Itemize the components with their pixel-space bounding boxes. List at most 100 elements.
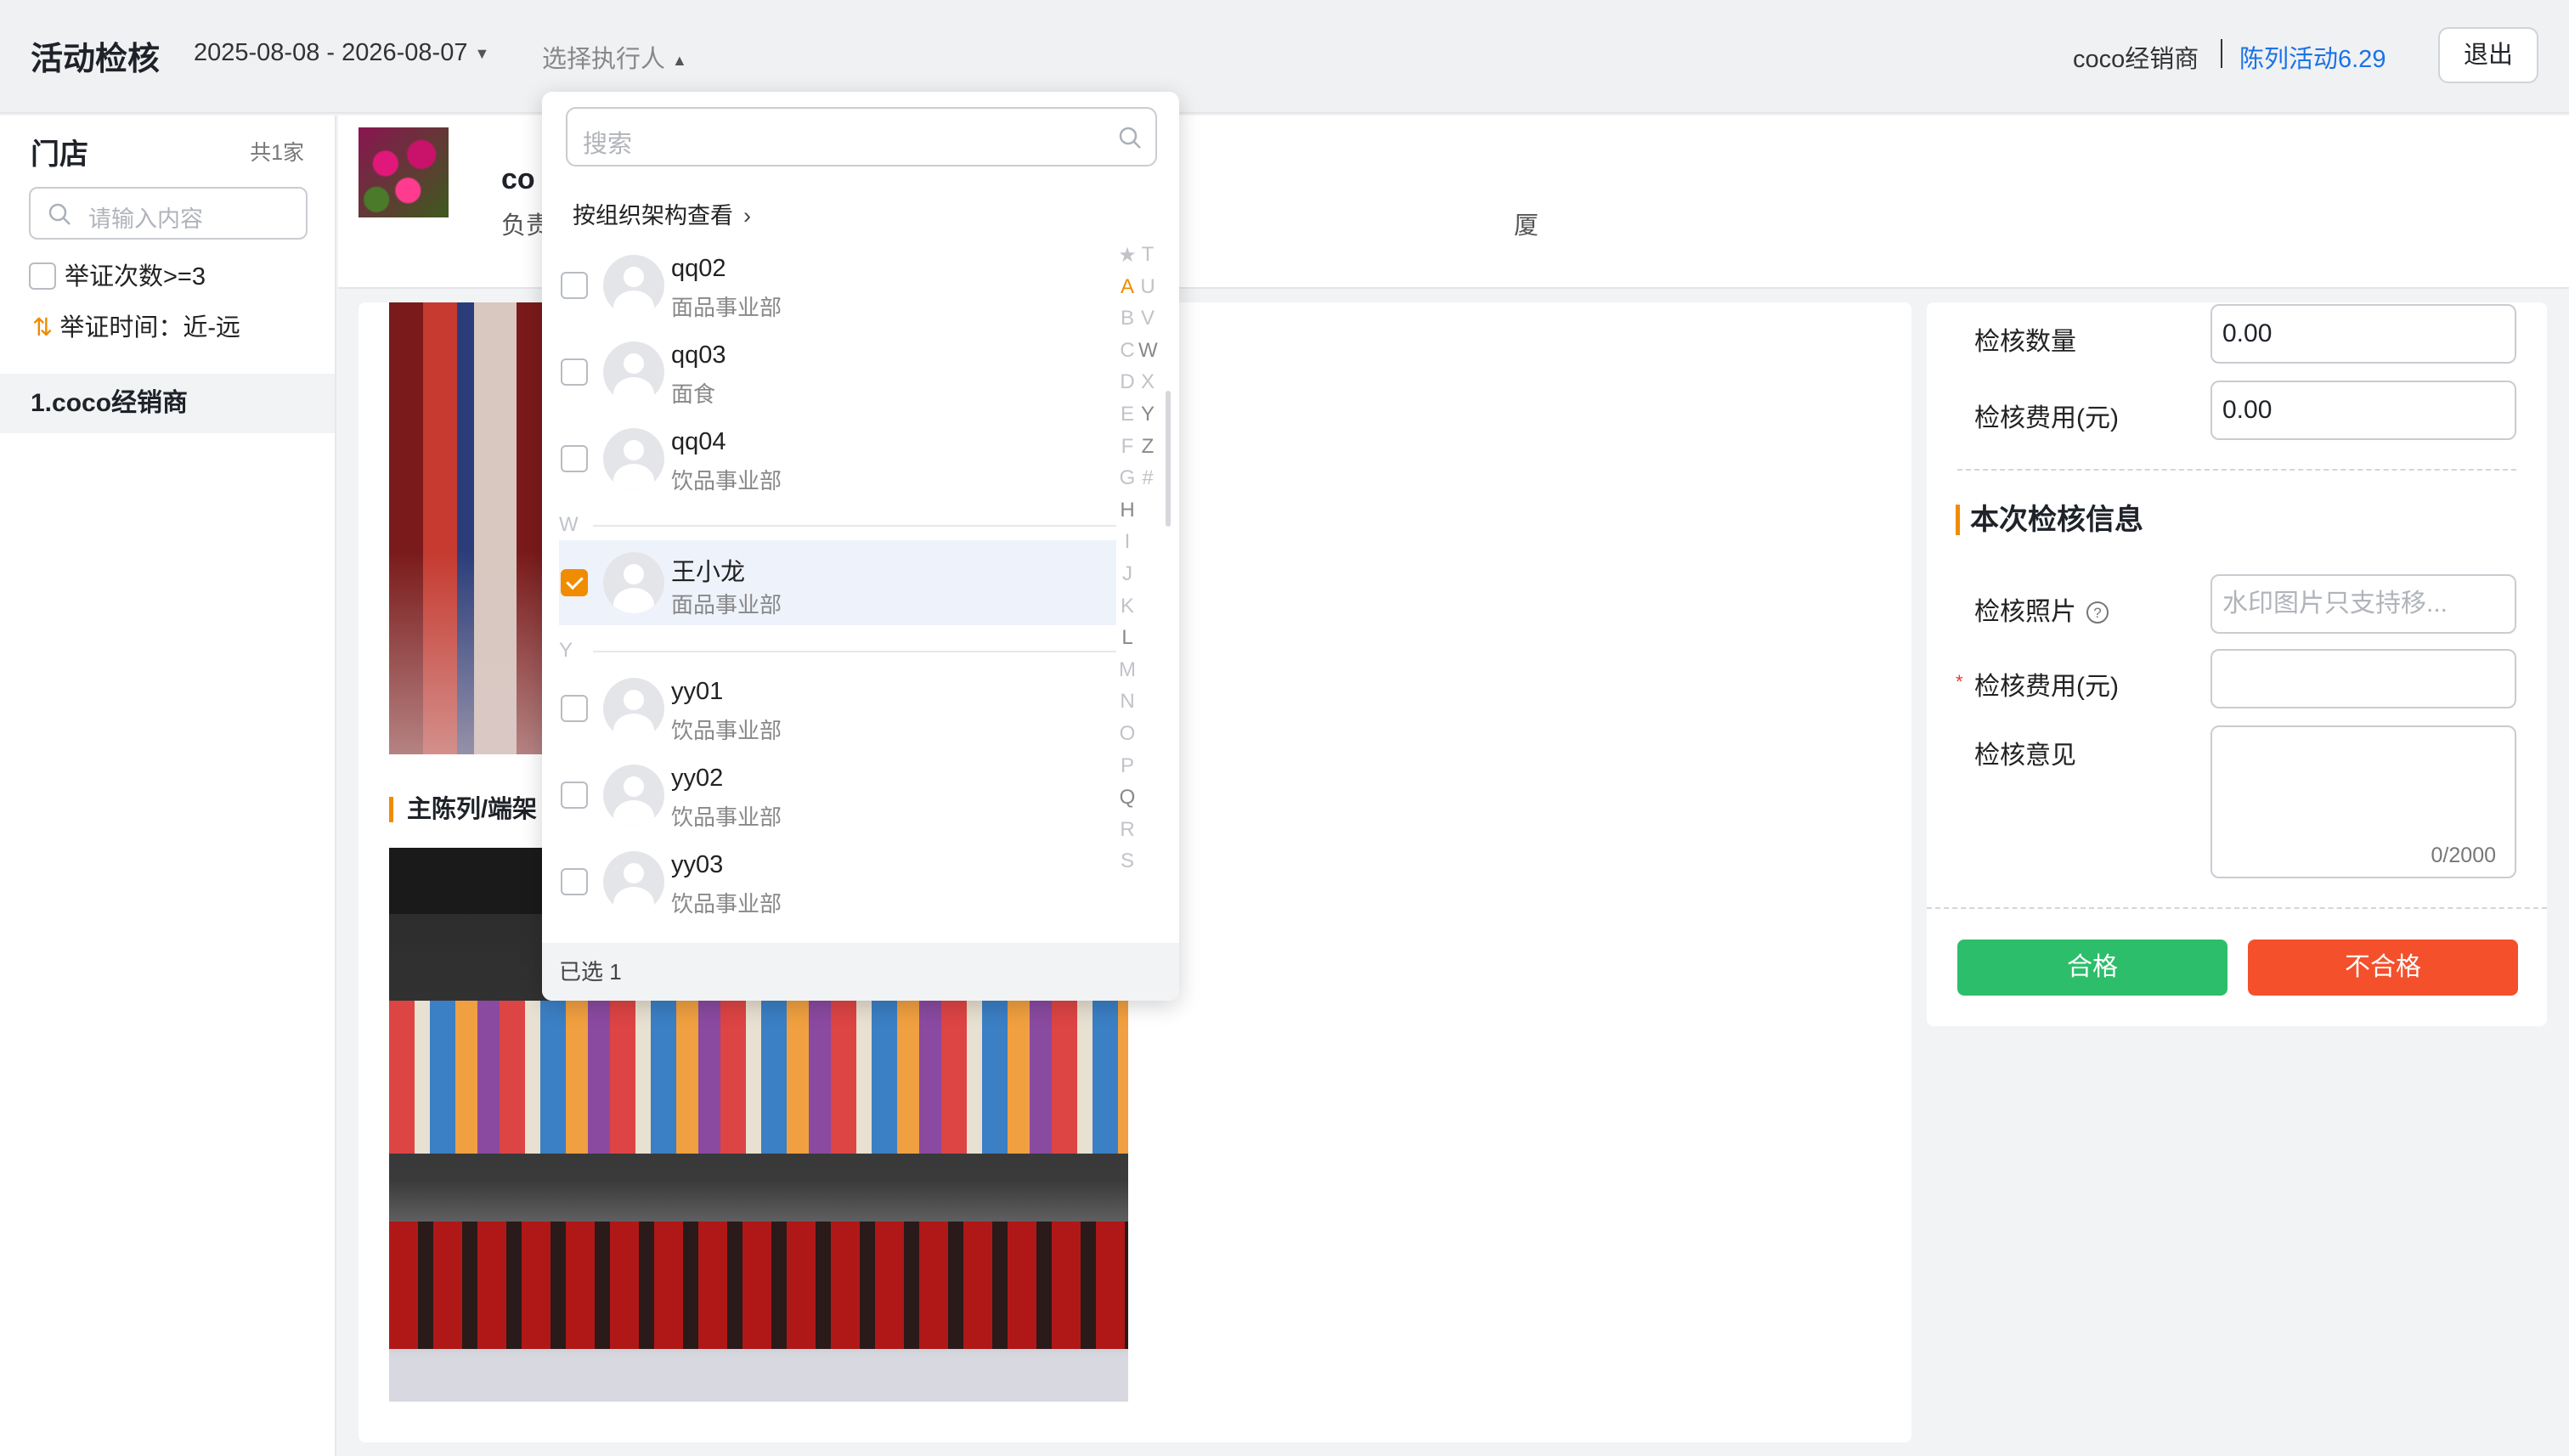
proof-count-filter[interactable]: 举证次数>=3 [29,257,206,292]
executor-checkbox[interactable] [561,445,588,472]
required-mark: * [1956,671,1963,692]
org-structure-link[interactable]: 按组织架构查看 › [573,197,751,230]
company-name: coco经销商 [2073,46,2199,73]
index-letter[interactable]: V [1138,307,1157,330]
index-letter[interactable]: K [1118,595,1137,618]
fail-button[interactable]: 不合格 [2248,940,2518,996]
index-letter[interactable]: D [1118,370,1137,394]
avatar [603,428,664,489]
index-letter[interactable]: O [1118,722,1137,746]
executor-item[interactable]: yy03 饮品事业部 [542,839,1116,924]
pass-button[interactable]: 合格 [1957,940,2227,996]
index-letter[interactable]: R [1118,818,1137,842]
group-divider [593,651,1116,652]
executor-item[interactable]: yy01 饮品事业部 [542,666,1116,751]
executor-dept: 面品事业部 [671,295,782,320]
store-name: co [501,163,535,195]
audit-photo-label: 检核照片 [1974,598,2076,626]
index-letter[interactable]: W [1138,339,1158,363]
executor-name: yy02 [671,765,724,792]
executor-name: qq02 [671,255,726,282]
caret-down-icon: ▼ [474,44,490,62]
store-list-item[interactable]: 1.coco经销商 [0,374,335,433]
audit-fee2-input[interactable] [2210,649,2516,708]
index-letter[interactable]: F [1118,435,1137,459]
executor-name: yy01 [671,678,724,705]
index-letter[interactable]: J [1118,562,1137,586]
date-range-picker[interactable]: 2025-08-08 - 2026-08-07 ▼ [194,39,489,67]
proof-count-label: 举证次数>=3 [65,263,206,291]
avatar [603,552,664,613]
audit-fee-label: 检核费用(元) [1974,404,2119,432]
audit-photo-label-row: 检核照片 ? [1974,583,2110,647]
index-letter[interactable]: X [1138,370,1157,394]
index-letter[interactable]: G [1118,466,1137,490]
date-range-text: 2025-08-08 - 2026-08-07 [194,39,468,66]
executor-search-placeholder: 搜索 [583,131,633,158]
proof-time-sort[interactable]: ⇅ 举证时间：近-远 [32,308,240,343]
audit-qty-input[interactable]: 0.00 [2210,304,2516,364]
index-letter[interactable]: L [1118,626,1137,650]
executor-checkbox[interactable] [561,358,588,386]
search-icon [48,202,71,230]
audit-opinion-label: 检核意见 [1974,742,2076,770]
top-header: 活动检核 2025-08-08 - 2026-08-07 ▼ 选择执行人 ▲ coc… [0,0,2569,114]
index-letter[interactable]: B [1118,307,1137,330]
executor-checkbox[interactable] [561,272,588,299]
scrollbar[interactable] [1166,391,1171,527]
executor-dept: 饮品事业部 [671,718,782,743]
executor-dept: 饮品事业部 [671,891,782,917]
proof-count-checkbox[interactable] [29,262,56,290]
executor-checkbox[interactable] [561,782,588,809]
avatar [603,341,664,403]
executor-checkbox-checked[interactable] [561,569,588,596]
index-letter[interactable]: U [1138,275,1157,299]
index-letter[interactable]: N [1118,690,1137,714]
activity-link[interactable]: 陈列活动6.29 [2239,39,2386,75]
header-divider [2221,39,2222,68]
executor-item[interactable]: qq03 面食 [542,330,1116,415]
audit-form: 检核数量 0.00 检核费用(元) 0.00 本次检核信息 检核照片 ? 水印图… [1927,302,2547,1026]
audit-info-title: 本次检核信息 [1956,505,2143,535]
store-thumbnail[interactable] [359,127,449,217]
store-list-title: 门店 [31,138,88,171]
index-letter[interactable]: # [1138,466,1157,490]
index-letter[interactable]: T [1138,243,1157,267]
index-letter[interactable]: S [1118,849,1137,873]
chevron-right-icon: › [743,203,751,229]
executor-item[interactable]: qq04 饮品事业部 [542,416,1116,501]
divider [1927,907,2547,909]
index-letter[interactable]: P [1118,754,1137,778]
audit-fee2-label: 检核费用(元) [1974,673,2119,701]
svg-text:?: ? [2093,605,2101,621]
audit-fee-input[interactable]: 0.00 [2210,381,2516,440]
help-icon[interactable]: ? [2085,588,2110,647]
index-letter[interactable]: A [1118,275,1137,299]
executor-name: qq03 [671,341,726,369]
executor-select[interactable]: 选择执行人 ▲ [542,39,687,75]
audit-opinion-textarea[interactable]: 0/2000 [2210,725,2516,878]
audit-photo-upload[interactable]: 水印图片只支持移... [2210,574,2516,634]
executor-checkbox[interactable] [561,695,588,722]
char-counter: 0/2000 [2431,844,2496,867]
executor-item[interactable]: qq02 面品事业部 [542,243,1116,328]
index-letter[interactable]: C [1118,339,1137,363]
index-letter[interactable]: ★ [1118,243,1137,268]
index-letter[interactable]: E [1118,403,1137,426]
index-letter[interactable]: Z [1138,435,1157,459]
group-letter: W [559,513,579,536]
logout-button[interactable]: 退出 [2438,27,2538,83]
proof-time-sort-label: 举证时间：近-远 [59,314,240,341]
store-search-input[interactable]: 请输入内容 [29,187,308,240]
org-structure-label: 按组织架构查看 [573,203,733,229]
index-letter[interactable]: Y [1138,403,1157,426]
index-letter[interactable]: M [1118,658,1137,682]
index-letter[interactable]: H [1118,499,1137,522]
index-letter[interactable]: Q [1118,786,1137,810]
index-letter[interactable]: I [1118,530,1137,554]
executor-search-input[interactable]: 搜索 [566,107,1157,166]
executor-name: qq04 [671,428,726,455]
executor-item[interactable]: yy02 饮品事业部 [542,753,1116,838]
executor-item-selected[interactable]: 王小龙 面品事业部 [559,540,1116,625]
executor-checkbox[interactable] [561,868,588,895]
